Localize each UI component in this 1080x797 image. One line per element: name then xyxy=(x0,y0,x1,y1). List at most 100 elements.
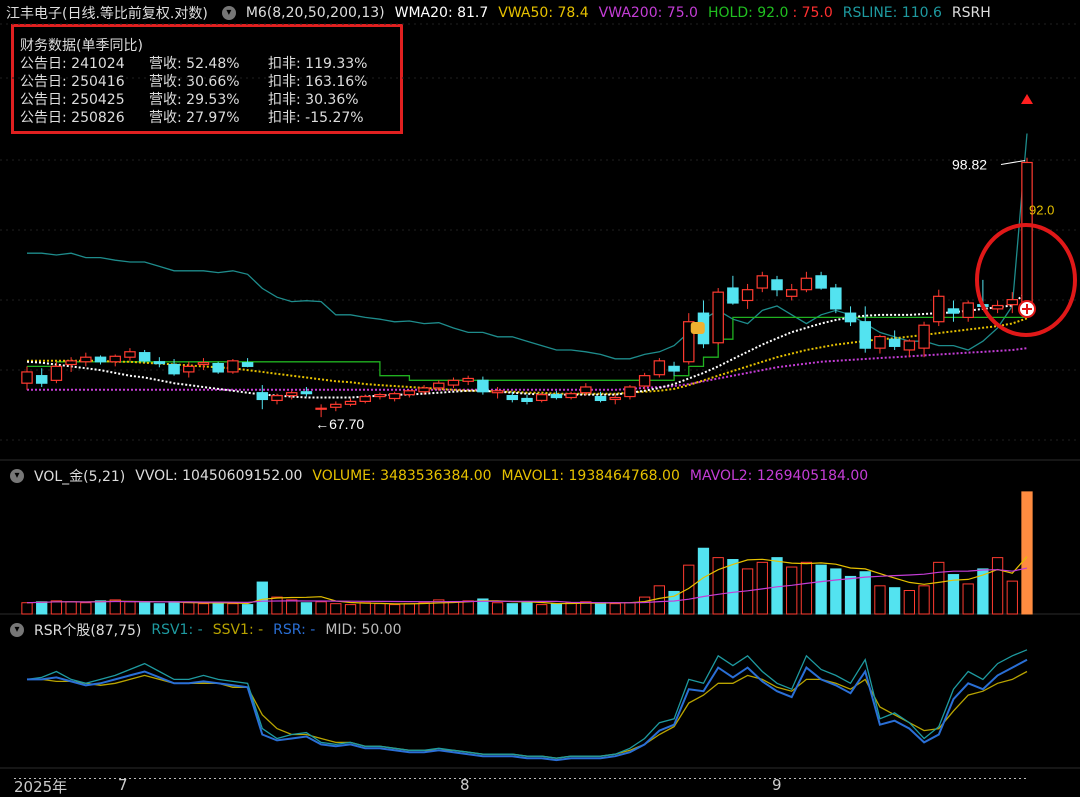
volume-bar xyxy=(991,557,1004,615)
price-chart: 98.82 ←67.70 92.0 xyxy=(0,23,1080,779)
candle-body xyxy=(668,365,680,372)
candle-body xyxy=(271,394,283,402)
volume-bar xyxy=(168,601,180,615)
candle-body xyxy=(212,362,224,373)
volume-bar xyxy=(315,601,327,615)
candle-body xyxy=(535,394,548,402)
candle-body xyxy=(903,340,916,351)
volume-bar xyxy=(830,568,842,615)
rsline-series xyxy=(27,133,1028,360)
high-annotation: 98.82 xyxy=(952,156,987,172)
volume-bar xyxy=(447,601,460,615)
volume-bar xyxy=(594,602,607,615)
candle-body xyxy=(433,382,445,389)
up-triangle-icon xyxy=(1021,94,1033,104)
volume-bar xyxy=(609,603,621,615)
candle-body xyxy=(197,362,210,366)
candle-body xyxy=(138,352,151,362)
volume-bar xyxy=(403,603,415,615)
candle-body xyxy=(65,360,77,366)
volume-bar xyxy=(933,561,945,615)
candle-body xyxy=(35,375,48,384)
candle-body xyxy=(933,295,945,323)
candle-body xyxy=(374,394,386,398)
volume-bar xyxy=(550,603,563,615)
candle-body xyxy=(609,396,621,401)
x-label-year: 2025年 xyxy=(14,778,68,796)
volume-bar xyxy=(359,602,371,615)
candle-body xyxy=(418,387,430,393)
mavol1-label: MAVOL1: 1938464768.00 xyxy=(501,468,680,484)
volume-bar xyxy=(462,600,474,615)
candle-body xyxy=(80,356,92,363)
candle-body xyxy=(477,379,489,393)
candle-body xyxy=(815,275,827,289)
hold-value-annotation: 92.0 xyxy=(1029,203,1054,218)
candle-body xyxy=(565,393,577,399)
candle-body xyxy=(330,403,342,408)
candle-body xyxy=(315,407,327,410)
volume-bar xyxy=(286,599,298,615)
candle-body xyxy=(830,287,842,310)
volume-bar xyxy=(697,547,710,615)
volume-bar xyxy=(506,603,518,615)
candle-body xyxy=(785,289,798,297)
candle-body xyxy=(874,335,886,349)
candle-body xyxy=(462,377,474,382)
volume-bar xyxy=(300,602,313,615)
x-label-sep: 9 xyxy=(772,776,782,794)
volume-bar xyxy=(624,602,636,615)
volume-bar xyxy=(800,561,813,615)
candle-body xyxy=(403,390,416,396)
gear-icon[interactable]: ▾ xyxy=(10,623,24,637)
candle-body xyxy=(580,386,592,394)
gear-icon[interactable]: ▾ xyxy=(10,469,24,483)
candle-body xyxy=(712,291,724,344)
candle-body xyxy=(506,394,519,401)
volume-bar xyxy=(918,585,930,615)
candle-body xyxy=(94,356,107,363)
candle-body xyxy=(550,394,563,399)
candle-body xyxy=(227,360,239,373)
rsv1-label: RSV1: - xyxy=(151,622,203,638)
volume-bar xyxy=(859,571,871,615)
candle-body xyxy=(1006,299,1019,306)
hold-series xyxy=(27,210,1028,381)
volume-header: ▾ VOL_金(5,21) VVOL: 10450609152.00 VOLUM… xyxy=(6,465,878,487)
volume-bar xyxy=(1021,491,1033,615)
volume-bar xyxy=(65,601,77,615)
volume-bar xyxy=(212,602,224,615)
x-label-aug: 8 xyxy=(460,776,470,794)
candle-body xyxy=(727,287,739,304)
volume-bar xyxy=(124,601,136,615)
candle-body xyxy=(344,400,357,405)
volume-bar xyxy=(771,557,783,615)
volume-bar xyxy=(815,564,827,615)
candle-body xyxy=(109,355,121,363)
candle-body xyxy=(918,324,930,349)
candle-body xyxy=(521,397,533,403)
low-annotation: ←67.70 xyxy=(315,416,364,432)
candle-body xyxy=(638,375,651,387)
volume-bar xyxy=(241,604,254,615)
volume-bar xyxy=(80,602,92,615)
candle-body xyxy=(653,360,666,376)
rsr-label: RSR: - xyxy=(273,622,316,638)
volume-bar xyxy=(962,583,974,615)
volume-bar xyxy=(344,604,357,615)
candle-body xyxy=(741,289,754,302)
candle-body xyxy=(962,302,974,319)
x-label-jul: 7 xyxy=(118,776,128,794)
candle-body xyxy=(153,361,166,365)
candle-body xyxy=(256,392,269,401)
candle-body xyxy=(947,308,960,314)
volume-bar xyxy=(389,604,401,615)
candle-body xyxy=(241,362,254,367)
candle-body xyxy=(991,304,1004,310)
volume-bar xyxy=(50,600,63,615)
candle-body xyxy=(50,365,63,381)
candle-body xyxy=(447,379,460,386)
volume-bar xyxy=(727,559,739,615)
candle-body xyxy=(168,363,180,375)
volume-bar xyxy=(197,603,210,615)
